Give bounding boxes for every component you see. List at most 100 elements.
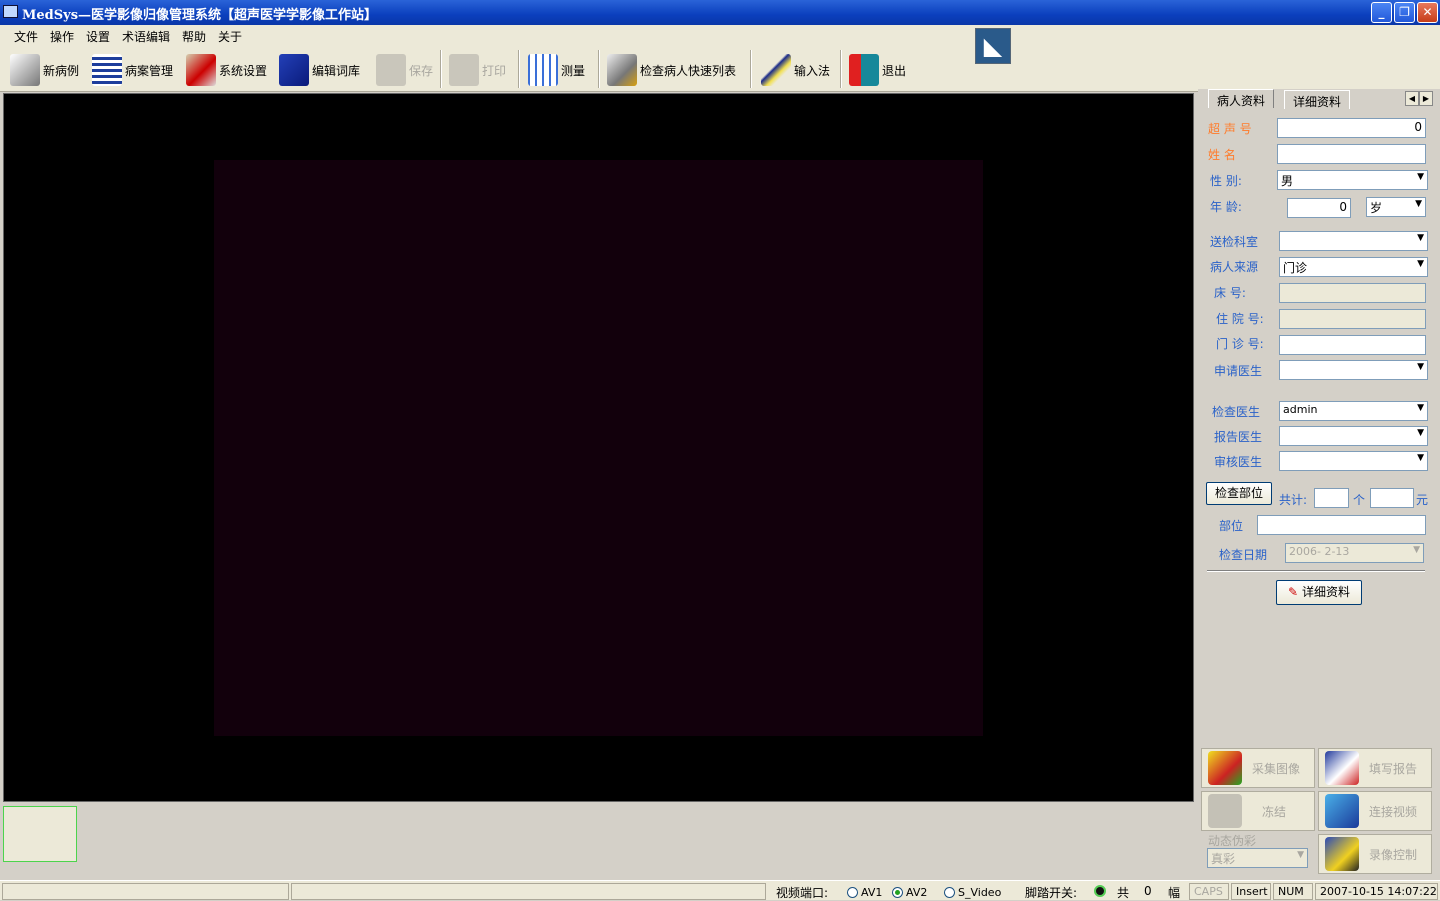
app-icon[interactable] (3, 5, 18, 18)
count-field[interactable] (1314, 488, 1349, 508)
image-unit: 幅 (1168, 886, 1181, 900)
window-title: MedSys—医学影像归像管理系统【超声医学学影像工作站】 (22, 8, 378, 23)
records-button[interactable]: 病案管理 (92, 50, 173, 90)
footswitch-led-icon (1094, 884, 1106, 898)
port-av1-radio[interactable]: AV1 (847, 886, 882, 899)
thumbnail-slot[interactable] (3, 806, 77, 862)
new-case-button[interactable]: 新病例 (10, 50, 79, 90)
color-mode-select[interactable]: 真彩 ▼ (1207, 848, 1308, 868)
chevron-down-icon: ▼ (1417, 403, 1424, 413)
dynamic-color-label: 动态伪彩 (1208, 834, 1257, 848)
name-field[interactable] (1277, 144, 1426, 164)
new-case-icon (10, 54, 40, 86)
tab-scroll-right-icon[interactable]: ▶ (1419, 91, 1433, 106)
save-icon (376, 54, 406, 86)
date-picker[interactable]: 2006- 2-13 ▼ (1285, 543, 1424, 563)
age-unit-select[interactable]: 岁 ▼ (1366, 197, 1426, 217)
date-label: 检查日期 (1219, 548, 1268, 562)
status-bar: 视频端口: AV1 AV2 S_Video 脚踏开关: 共 0 幅 CAPS I… (0, 880, 1440, 900)
settings-button[interactable]: 系统设置 (186, 50, 267, 90)
capture-image-button[interactable]: 采集图像 (1201, 748, 1315, 788)
sex-label: 性 别: (1210, 174, 1242, 188)
chevron-down-icon: ▼ (1417, 259, 1424, 269)
exam-part-button[interactable]: 检查部位 (1206, 482, 1272, 505)
connect-video-icon (1325, 794, 1359, 828)
req-doc-select[interactable]: ▼ (1279, 360, 1428, 380)
app-logo-icon: ◣ (975, 28, 1011, 64)
num-indicator: NUM (1273, 883, 1313, 900)
footswitch-label: 脚踏开关: (1025, 886, 1078, 900)
req-doc-label: 申请医生 (1214, 364, 1263, 378)
tab-scroll-left-icon[interactable]: ◀ (1405, 91, 1419, 106)
chevron-down-icon: ▼ (1417, 453, 1424, 463)
divider (1207, 570, 1425, 572)
print-button[interactable]: 打印 (449, 50, 506, 90)
part-field[interactable] (1257, 515, 1426, 535)
menu-file[interactable]: 文件 (14, 28, 38, 45)
source-select[interactable]: 门诊 ▼ (1279, 257, 1428, 277)
video-port-label: 视频端口: (776, 886, 829, 900)
dept-select[interactable]: ▼ (1279, 231, 1428, 251)
menu-help[interactable]: 帮助 (182, 28, 206, 45)
detail-info-button[interactable]: ✎ 详细资料 (1276, 580, 1362, 605)
capture-image-icon (1208, 751, 1242, 785)
outpatient-field[interactable] (1279, 335, 1426, 355)
freeze-button[interactable]: 冻结 (1201, 791, 1315, 831)
radio-icon (944, 887, 955, 898)
close-button[interactable]: ✕ (1417, 2, 1438, 23)
patient-quick-list-button[interactable]: 检查病人快速列表 (607, 50, 736, 90)
age-field[interactable]: 0 (1287, 198, 1351, 218)
title-bar: MedSys—医学影像归像管理系统【超声医学学影像工作站】 _ ❐ ✕ (0, 0, 1440, 25)
chevron-down-icon: ▼ (1417, 233, 1424, 243)
image-viewer[interactable] (3, 93, 1194, 802)
caps-indicator: CAPS (1189, 883, 1229, 900)
exam-doc-select[interactable]: admin ▼ (1279, 401, 1428, 421)
us-no-field[interactable]: 0 (1277, 118, 1426, 138)
menu-operate[interactable]: 操作 (50, 28, 74, 45)
price-field[interactable] (1370, 488, 1414, 508)
record-control-button[interactable]: 录像控制 (1318, 834, 1432, 874)
exit-door-icon (849, 54, 879, 86)
sex-select[interactable]: 男 ▼ (1277, 170, 1428, 190)
toolbar: 新病例 病案管理 系统设置 编辑词库 保存 打印 测量 检查病人快速列表 输入法… (0, 47, 1440, 92)
report-doc-select[interactable]: ▼ (1279, 426, 1428, 446)
menu-about[interactable]: 关于 (218, 28, 242, 45)
outpatient-label: 门 诊 号: (1216, 337, 1264, 351)
bed-field[interactable] (1279, 283, 1426, 303)
chevron-down-icon: ▼ (1417, 362, 1424, 372)
total-label: 共计: (1279, 493, 1308, 507)
patient-list-icon (607, 54, 637, 86)
image-count: 0 (1144, 884, 1152, 898)
exit-button[interactable]: 退出 (849, 50, 906, 90)
radio-selected-icon (892, 887, 903, 898)
menu-term-edit[interactable]: 术语编辑 (122, 28, 170, 45)
write-report-button[interactable]: 填写报告 (1318, 748, 1432, 788)
video-camera-icon (1325, 837, 1359, 871)
tab-patient-info[interactable]: 病人资料 (1208, 89, 1275, 108)
count-unit-label: 个 (1353, 493, 1366, 507)
patient-panel: 病人资料 详细资料 ◀ ▶ 超 声 号 0 姓 名 性 别: 男 ▼ 年 龄: 0… (1198, 89, 1440, 879)
edit-dictionary-button[interactable]: 编辑词库 (279, 50, 360, 90)
tab-detail-info[interactable]: 详细资料 (1284, 90, 1351, 109)
chevron-down-icon: ▼ (1415, 199, 1422, 209)
menu-settings[interactable]: 设置 (86, 28, 110, 45)
review-doc-select[interactable]: ▼ (1279, 451, 1428, 471)
records-icon (92, 54, 122, 86)
port-svideo-radio[interactable]: S_Video (944, 886, 1001, 899)
save-button[interactable]: 保存 (376, 50, 433, 90)
input-method-button[interactable]: 输入法 (761, 50, 830, 90)
inpatient-field[interactable] (1279, 309, 1426, 329)
status-pane-1 (2, 883, 289, 900)
exam-doc-label: 检查医生 (1212, 405, 1261, 419)
minimize-button[interactable]: _ (1371, 2, 1392, 23)
age-label: 年 龄: (1210, 200, 1242, 214)
restore-button[interactable]: ❐ (1394, 2, 1415, 23)
dictionary-book-icon (279, 54, 309, 86)
total-label: 共 (1117, 886, 1130, 900)
port-av2-radio[interactable]: AV2 (892, 886, 927, 899)
detail-edit-icon: ✎ (1288, 585, 1299, 599)
datetime-display: 2007-10-15 14:07:22 (1315, 883, 1438, 900)
measure-button[interactable]: 测量 (528, 50, 585, 90)
chevron-down-icon: ▼ (1417, 428, 1424, 438)
connect-video-button[interactable]: 连接视频 (1318, 791, 1432, 831)
